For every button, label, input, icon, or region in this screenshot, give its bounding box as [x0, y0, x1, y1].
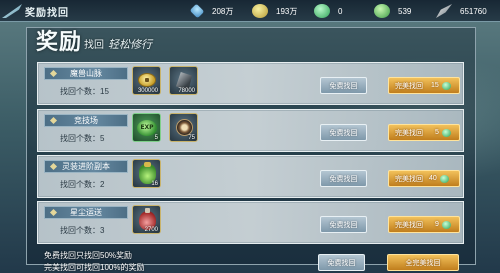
row-name: 魔兽山脉 [70, 69, 102, 78]
item-quantity: 300000 [137, 88, 158, 94]
perfect-retrieve-button[interactable]: 完美找回 40 [388, 170, 460, 187]
green-gem-icon [441, 220, 451, 229]
currency-value: 193万 [276, 6, 298, 16]
item-quantity: 5 [154, 135, 158, 141]
button-label: 完美找回 [395, 129, 423, 137]
gold-ingot-icon [138, 73, 156, 87]
currency-value: 651760 [460, 6, 487, 16]
feather-icon [436, 4, 452, 18]
reward-item[interactable]: 16 [132, 159, 161, 188]
free-retrieve-all-button[interactable]: 免费找回 [318, 254, 365, 271]
header-title: 奖励 [36, 29, 83, 55]
currency-green-coin: 539 [374, 3, 411, 19]
reward-row-mountain: 魔兽山脉 找回个数：15 300000 78000 免费找回 完美找回 15 [37, 62, 464, 105]
row-count: 找回个数：2 [60, 180, 105, 189]
row-count: 找回个数：15 [60, 87, 109, 96]
footer-note-free: 免费找回只找回50%奖励 [44, 251, 133, 260]
currency-green-gem: 0 [314, 3, 342, 19]
row-count: 找回个数：5 [60, 134, 105, 143]
currency-value: 0 [338, 6, 343, 16]
row-name-bar: 灵装进阶副本 [44, 160, 128, 173]
green-coin-icon [374, 4, 390, 18]
reward-row-stardust: 星尘运送 找回个数：3 2700 免费找回 完美找回 9 [37, 201, 464, 244]
reward-row-arena: 竞技场 找回个数：5 EXP 5 75 免费找回 完美找回 5 [37, 109, 464, 152]
diamond-deco-icon [49, 116, 58, 125]
currency-diamond: 208万 [189, 3, 234, 19]
currency-value: 208万 [212, 6, 234, 16]
free-retrieve-button[interactable]: 免费找回 [320, 124, 367, 141]
reward-item[interactable]: EXP 5 [132, 113, 161, 142]
free-retrieve-button[interactable]: 免费找回 [320, 170, 367, 187]
button-cost: 9 [435, 221, 439, 228]
item-quantity: 75 [188, 135, 195, 141]
diamond-icon [189, 3, 205, 19]
button-label: 完美找回 [395, 221, 423, 229]
reward-row-dungeon: 灵装进阶副本 找回个数：2 16 免费找回 完美找回 40 [37, 155, 464, 198]
item-quantity: 16 [151, 181, 158, 187]
row-name-bar: 星尘运送 [44, 206, 128, 219]
reward-item[interactable]: 2700 [132, 205, 161, 234]
header-slogan: 轻松修行 [108, 38, 153, 51]
diamond-deco-icon [49, 69, 58, 78]
button-label: 完美找回 [395, 175, 423, 183]
reward-item[interactable]: 78000 [169, 66, 198, 95]
title-emblem-icon [2, 4, 22, 18]
footer-note-perfect: 完美找回可找回100%的奖励 [44, 263, 145, 272]
diamond-deco-icon [49, 162, 58, 171]
perfect-retrieve-all-button[interactable]: 全完美找回 [387, 254, 459, 271]
row-name: 星尘运送 [70, 208, 102, 217]
perfect-retrieve-button[interactable]: 完美找回 9 [388, 216, 460, 233]
perfect-retrieve-button[interactable]: 完美找回 15 [388, 77, 460, 94]
reward-item[interactable]: 75 [169, 113, 198, 142]
free-retrieve-button[interactable]: 免费找回 [320, 77, 367, 94]
diamond-deco-icon [49, 208, 58, 217]
button-cost: 5 [435, 129, 439, 136]
exp-orb-icon: EXP [137, 120, 157, 136]
item-quantity: 2700 [144, 227, 158, 233]
coin-icon [252, 4, 268, 18]
row-name-bar: 竞技场 [44, 114, 128, 127]
window-title-text: 奖励找回 [25, 7, 69, 19]
panel-header: 奖励 找回 轻松修行 [36, 28, 152, 54]
green-gem-icon [441, 81, 451, 90]
window-title: 奖励找回 [2, 1, 69, 21]
row-name: 竞技场 [74, 116, 98, 125]
free-retrieve-button[interactable]: 免费找回 [320, 216, 367, 233]
button-cost: 40 [429, 175, 437, 182]
bronze-orb-icon [176, 119, 193, 136]
green-gem-icon [441, 128, 451, 137]
currency-feather: 651760 [436, 3, 487, 19]
row-count: 找回个数：3 [60, 226, 105, 235]
button-label: 完美找回 [395, 82, 423, 90]
item-quantity: 78000 [178, 88, 195, 94]
header-subtitle: 找回 [84, 40, 105, 51]
currency-coin: 193万 [252, 3, 297, 19]
currency-value: 539 [398, 6, 412, 16]
green-gem-icon [439, 174, 449, 183]
row-name-bar: 魔兽山脉 [44, 67, 128, 80]
top-bar: 奖励找回 208万 193万 0 539 651760 [0, 0, 500, 22]
row-name: 灵装进阶副本 [62, 162, 110, 171]
reward-item[interactable]: 300000 [132, 66, 161, 95]
green-gem-icon [314, 4, 330, 18]
perfect-retrieve-button[interactable]: 完美找回 5 [388, 124, 460, 141]
button-cost: 15 [431, 82, 439, 89]
